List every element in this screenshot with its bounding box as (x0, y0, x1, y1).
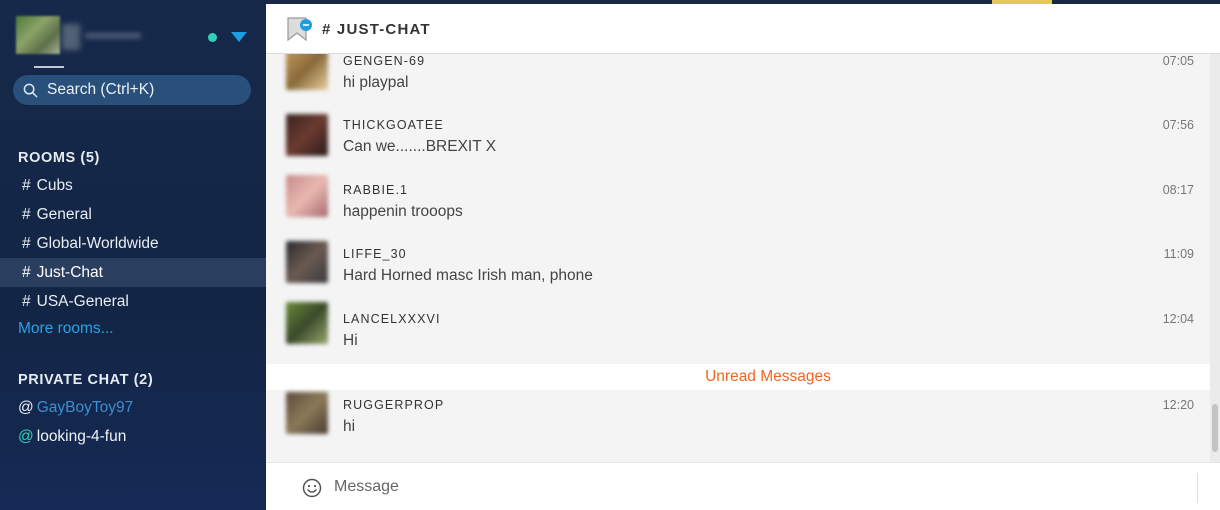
message-text: hi playpal (343, 74, 409, 91)
avatar[interactable] (286, 302, 328, 344)
at-icon: @ (18, 428, 34, 445)
sidebar-item-cubs[interactable]: # Cubs (0, 171, 266, 200)
avatar[interactable] (286, 241, 328, 283)
unread-label: Unread Messages (705, 368, 831, 385)
message-time: 12:20 (1162, 398, 1194, 412)
private-chat-section-title: PRIVATE CHAT (2) (18, 372, 154, 388)
avatar[interactable] (16, 16, 60, 54)
search-input[interactable]: Search (Ctrl+K) (13, 75, 251, 105)
message-author[interactable]: LIFFE_30 (343, 247, 407, 261)
message-time: 07:05 (1162, 54, 1194, 68)
avatar[interactable] (286, 392, 328, 434)
message-author[interactable]: THICKGOATEE (343, 118, 444, 132)
hash-icon: # (22, 205, 31, 223)
message-item: RUGGERPROP 12:20 hi (266, 392, 1210, 462)
composer-divider (1197, 473, 1198, 503)
avatar-blur (62, 24, 80, 50)
user-header[interactable]: •••••••••• (16, 16, 256, 68)
room-label: USA-General (36, 292, 129, 310)
avatar[interactable] (286, 114, 328, 156)
avatar[interactable] (286, 175, 328, 217)
room-label: Global-Worldwide (36, 234, 159, 252)
message-item: LIFFE_30 11:09 Hard Horned masc Irish ma… (266, 241, 1210, 311)
scroll-thumb[interactable] (1212, 404, 1218, 452)
message-item: GENGEN-69 07:05 hi playpal (266, 54, 1210, 118)
sidebar-item-just-chat[interactable]: # Just-Chat (0, 258, 266, 287)
caret-down-icon[interactable] (231, 32, 247, 42)
message-text: Can we.......BREXIT X (343, 138, 497, 155)
hash-icon: # (22, 292, 31, 310)
message-author[interactable]: RUGGERPROP (343, 398, 444, 412)
username: •••••••••• (86, 28, 142, 43)
message-time: 11:09 (1163, 247, 1194, 261)
hash-icon: # (22, 263, 31, 281)
room-flag-icon[interactable] (286, 16, 312, 44)
message-composer (266, 462, 1220, 510)
message-author[interactable]: RABBIE.1 (343, 183, 408, 197)
private-chat-name: GayBoyToy97 (36, 399, 134, 416)
unread-divider: Unread Messages (266, 364, 1210, 390)
hash-icon: # (22, 176, 31, 194)
chat-header: # JUST-CHAT (266, 4, 1220, 54)
emoji-icon[interactable] (302, 478, 322, 498)
scrollbar[interactable] (1210, 54, 1220, 462)
room-label: Cubs (36, 176, 73, 194)
sidebar-item-general[interactable]: # General (0, 200, 266, 229)
message-time: 12:04 (1162, 312, 1194, 326)
room-label: General (36, 205, 92, 223)
room-label: Just-Chat (36, 263, 103, 281)
message-author[interactable]: LANCELXXXVI (343, 312, 441, 326)
sidebar: •••••••••• Search (Ctrl+K) ROOMS (5) # C… (0, 0, 266, 510)
sidebar-item-usa-general[interactable]: # USA-General (0, 287, 266, 316)
message-text: happenin trooops (343, 203, 463, 220)
message-time: 08:17 (1162, 183, 1194, 197)
message-text: hi (343, 418, 356, 435)
rooms-section-title: ROOMS (5) (18, 150, 100, 166)
online-status-dot (208, 33, 217, 42)
search-label: Search (Ctrl+K) (47, 81, 155, 98)
message-input[interactable] (334, 473, 1184, 501)
more-rooms-link[interactable]: More rooms... (18, 320, 114, 338)
at-icon: @ (18, 399, 34, 416)
sidebar-item-global-worldwide[interactable]: # Global-Worldwide (0, 229, 266, 258)
private-chat-name: looking-4-fun (36, 428, 127, 445)
status-underline (34, 64, 64, 68)
avatar[interactable] (286, 54, 328, 90)
page-title: # JUST-CHAT (322, 21, 431, 38)
message-time: 07:56 (1162, 118, 1194, 132)
message-text: Hi (343, 332, 358, 349)
hash-icon: # (22, 234, 31, 252)
search-icon (23, 83, 38, 97)
message-author[interactable]: GENGEN-69 (343, 54, 425, 68)
private-chat-item-looking-4-fun[interactable]: @ looking-4-fun (18, 428, 126, 446)
message-text: Hard Horned masc Irish man, phone (343, 267, 593, 284)
message-item: RABBIE.1 08:17 happenin trooops (266, 175, 1210, 247)
message-item: THICKGOATEE 07:56 Can we.......BREXIT X (266, 114, 1210, 182)
private-chat-item-gayboytoy97[interactable]: @ GayBoyToy97 (18, 399, 133, 417)
message-list: GENGEN-69 07:05 hi playpal THICKGOATEE 0… (266, 54, 1220, 462)
